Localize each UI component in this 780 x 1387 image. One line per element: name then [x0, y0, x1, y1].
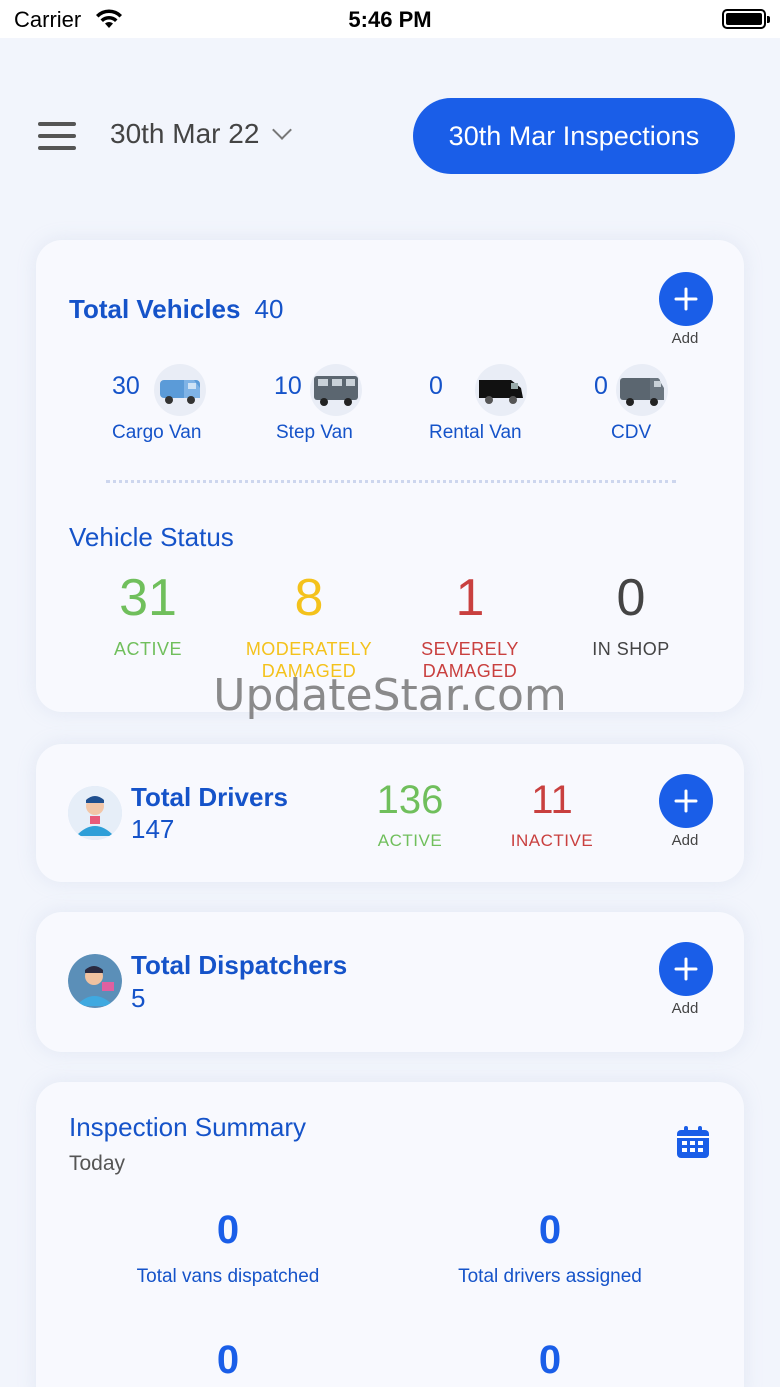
- drivers-active-value: 136: [376, 778, 444, 822]
- vehicle-type-count: 0: [594, 372, 608, 400]
- add-dispatcher-button[interactable]: [659, 942, 713, 996]
- status-active-value: 31: [119, 569, 177, 627]
- drivers-card: Total Drivers 147 136 ACTIVE 11 INACTIVE…: [36, 744, 744, 882]
- vehicle-type-count: 10: [274, 372, 302, 400]
- status-inshop-label: IN SHOP: [592, 639, 670, 659]
- drivers-inactive-value: 11: [531, 778, 573, 822]
- vehicle-type-label: CDV: [611, 422, 652, 443]
- drivers-inactive-label: INACTIVE: [510, 831, 594, 850]
- add-vehicle-button[interactable]: [659, 272, 713, 326]
- vehicles-title: Total Vehicles: [69, 294, 241, 324]
- dispatchers-card: Total Dispatchers 5 Add: [36, 912, 744, 1052]
- calendar-icon[interactable]: [674, 1124, 712, 1162]
- vehicle-type-label: Cargo Van: [112, 422, 202, 443]
- plus-icon: [674, 789, 698, 813]
- date-label: 30th Mar 22: [110, 118, 260, 149]
- vehicles-total: 40: [254, 294, 284, 324]
- vehicle-type-count: 0: [429, 372, 443, 400]
- cargo-van-icon: [154, 364, 206, 416]
- watermark: UpdateStar.com: [213, 670, 567, 721]
- status-moderate-value: 8: [294, 569, 324, 627]
- summary-value: 0: [538, 1338, 562, 1382]
- vehicle-type-label: Rental Van: [429, 422, 522, 443]
- vehicle-type-label: Step Van: [276, 422, 353, 443]
- inspection-summary-card: Inspection Summary Today 0 Total vans di…: [36, 1082, 744, 1387]
- clock: 5:46 PM: [348, 7, 432, 32]
- chevron-down-icon: [272, 120, 293, 140]
- drivers-active-label: ACTIVE: [377, 831, 443, 850]
- summary-value: 0: [216, 1338, 240, 1382]
- dispatchers-total: 5: [131, 983, 146, 1013]
- cdv-icon: [616, 364, 668, 416]
- battery-icon: [722, 9, 770, 29]
- rental-van-icon: [475, 364, 527, 416]
- summary-title: Inspection Summary: [69, 1112, 306, 1142]
- drivers-assigned-value: 0: [538, 1208, 562, 1252]
- status-severe-value: 1: [455, 569, 485, 627]
- drivers-title: Total Drivers: [131, 782, 289, 812]
- dispatcher-avatar: [68, 954, 122, 1008]
- vans-dispatched-label: Total vans dispatched: [136, 1266, 320, 1287]
- dispatchers-title: Total Dispatchers: [131, 950, 348, 980]
- plus-icon: [674, 957, 698, 981]
- status-bar: Carrier 5:46 PM: [0, 0, 780, 38]
- status-active-label: ACTIVE: [113, 639, 182, 659]
- menu-icon[interactable]: [38, 122, 76, 150]
- vehicle-type-count: 30: [112, 372, 140, 400]
- status-inshop-value: 0: [616, 569, 646, 627]
- summary-period: Today: [69, 1152, 126, 1175]
- add-dispatcher-label: Add: [671, 1000, 699, 1017]
- step-van-icon: [310, 364, 362, 416]
- drivers-total: 147: [131, 814, 175, 844]
- vehicles-header: Total Vehicles 40: [69, 294, 283, 325]
- add-driver-label: Add: [671, 832, 699, 849]
- vehicles-card: Total Vehicles 40 Add 30 Cargo Van 10 St…: [36, 240, 744, 712]
- inspections-button[interactable]: 30th Mar Inspections: [413, 98, 735, 174]
- vans-dispatched-value: 0: [216, 1208, 240, 1252]
- add-driver-button[interactable]: [659, 774, 713, 828]
- add-vehicle-label: Add: [671, 330, 699, 347]
- plus-icon: [674, 287, 698, 311]
- divider: [106, 480, 676, 483]
- date-selector[interactable]: 30th Mar 22: [110, 118, 293, 150]
- driver-avatar: [68, 786, 122, 840]
- drivers-assigned-label: Total drivers assigned: [458, 1266, 642, 1287]
- vehicle-status-title: Vehicle Status: [69, 522, 234, 552]
